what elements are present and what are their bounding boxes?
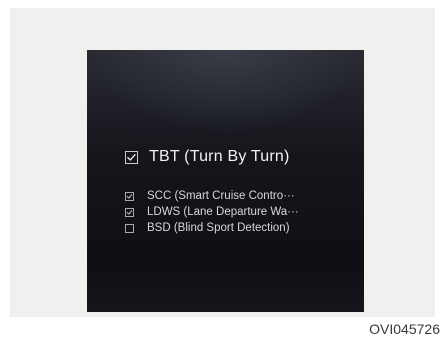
bsd-option[interactable]: BSD (Blind Sport Detection): [125, 221, 290, 235]
bsd-option-label: BSD (Blind Sport Detection): [147, 222, 290, 234]
checkmark-icon: [126, 209, 133, 215]
ldws-checkbox[interactable]: [125, 207, 134, 217]
checkmark-icon: [126, 193, 133, 199]
scc-checkbox[interactable]: [125, 191, 134, 201]
bsd-checkbox[interactable]: [125, 223, 134, 233]
checkmark-icon: [127, 153, 136, 161]
tbt-checkbox[interactable]: [125, 150, 138, 164]
figure-panel: TBT (Turn By Turn) SCC (Smart Cruise Con…: [10, 8, 435, 317]
tbt-option[interactable]: TBT (Turn By Turn): [125, 146, 290, 168]
figure-code: OVI045726: [369, 321, 440, 337]
display-screen: TBT (Turn By Turn) SCC (Smart Cruise Con…: [87, 50, 364, 312]
figure: TBT (Turn By Turn) SCC (Smart Cruise Con…: [0, 0, 440, 345]
ldws-option-label: LDWS (Lane Departure Wa···: [147, 206, 299, 218]
tbt-option-label: TBT (Turn By Turn): [149, 148, 290, 165]
scc-option-label: SCC (Smart Cruise Contro···: [147, 190, 295, 202]
scc-option[interactable]: SCC (Smart Cruise Contro···: [125, 189, 295, 203]
ldws-option[interactable]: LDWS (Lane Departure Wa···: [125, 205, 299, 219]
